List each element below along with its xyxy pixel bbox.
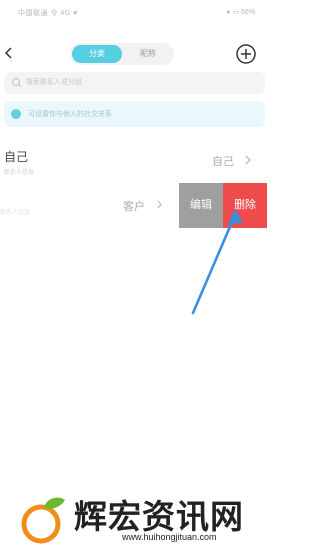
tab-category[interactable]: 分类 <box>72 45 122 63</box>
delete-button[interactable]: 删除 <box>223 183 267 228</box>
chevron-right-icon <box>157 200 162 209</box>
list-item-title: 自己 <box>4 150 29 164</box>
list-item-category: 自己 <box>212 156 234 168</box>
info-icon <box>11 109 21 119</box>
list-item-category: 客户 <box>123 201 145 213</box>
list-item-subtitle: 联系人信息 <box>0 210 31 216</box>
edit-button[interactable]: 编辑 <box>179 183 223 228</box>
list-item-subtitle: 联系人信息 <box>4 170 35 176</box>
add-icon[interactable] <box>235 43 257 65</box>
watermark-url: www.huihongjituan.com <box>122 532 217 542</box>
tip-text: 可设置你与他人的社交关系 <box>28 111 112 118</box>
tab-nickname[interactable]: 昵称 <box>124 45 172 63</box>
watermark-title: 辉宏资讯网 <box>74 497 244 536</box>
list-item[interactable]: 自己 联系人信息 自己 <box>0 140 269 180</box>
search-icon <box>11 77 22 88</box>
watermark: 辉宏资讯网 www.huihongjituan.com <box>18 490 268 550</box>
search-placeholder: 搜索联系人或分组 <box>26 79 82 86</box>
status-bar: 中国联通 令 4G ♥ ● ▭ 66% <box>0 0 269 36</box>
nav-bar: 分类 昵称 <box>0 36 269 72</box>
swiped-list-item[interactable]: 联系人信息 客户 编辑 删除 <box>0 183 269 228</box>
category-segmented-control: 分类 昵称 <box>70 43 174 65</box>
info-tip-banner: 可设置你与他人的社交关系 <box>4 101 265 127</box>
chevron-right-icon <box>245 155 251 165</box>
orange-logo-icon <box>21 497 65 544</box>
status-carrier: 中国联通 令 4G ♥ <box>18 10 78 17</box>
back-arrow-icon[interactable] <box>2 42 18 64</box>
search-input[interactable]: 搜索联系人或分组 <box>4 72 265 94</box>
status-battery: ● ▭ 66% <box>226 9 255 16</box>
